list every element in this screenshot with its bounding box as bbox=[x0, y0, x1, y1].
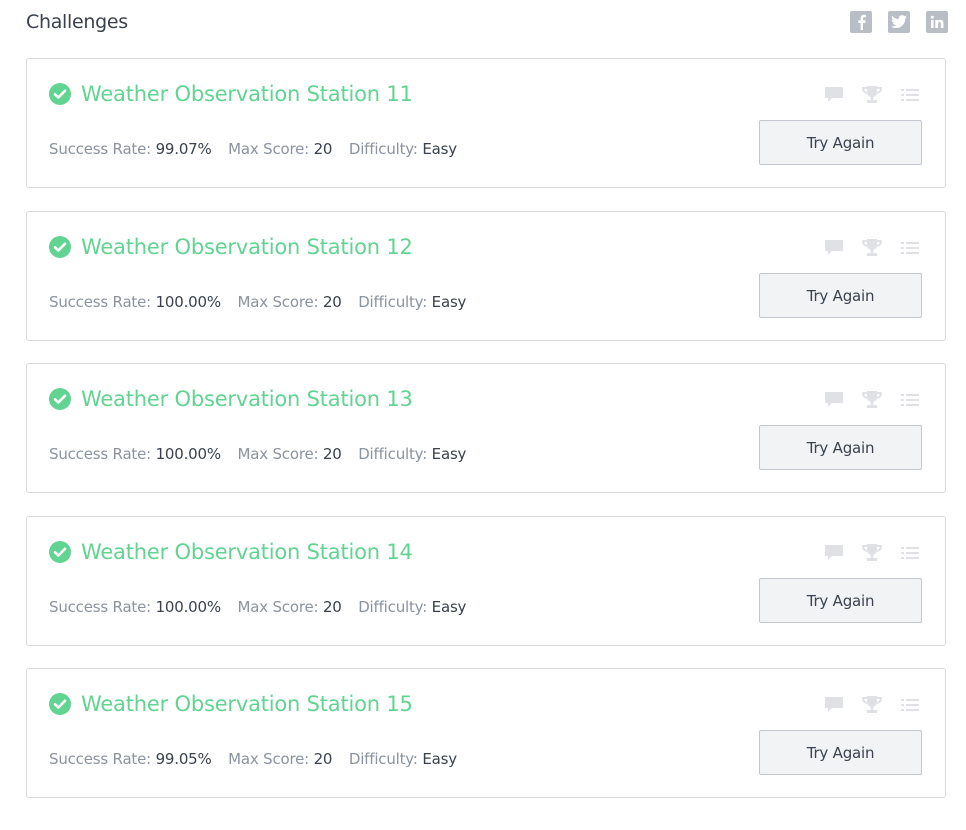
challenge-actions bbox=[823, 237, 921, 259]
challenge-meta: Success Rate: 99.07% Max Score: 20 Diffi… bbox=[49, 140, 457, 158]
discussion-icon[interactable] bbox=[823, 389, 845, 411]
challenge-card: Weather Observation Station 12 Success R… bbox=[26, 211, 946, 341]
max-score-label: Max Score: bbox=[237, 293, 319, 311]
try-again-button[interactable]: Try Again bbox=[759, 120, 922, 165]
discussion-icon[interactable] bbox=[823, 237, 845, 259]
difficulty-label: Difficulty: bbox=[348, 140, 418, 158]
twitter-icon[interactable] bbox=[888, 11, 910, 33]
editorial-list-icon[interactable] bbox=[899, 84, 921, 106]
max-score-label: Max Score: bbox=[237, 445, 319, 463]
challenge-card: Weather Observation Station 14 Success R… bbox=[26, 516, 946, 646]
solved-check-icon bbox=[49, 541, 71, 563]
challenge-title-link[interactable]: Weather Observation Station 11 bbox=[81, 82, 413, 106]
challenge-actions bbox=[823, 84, 921, 106]
try-again-button[interactable]: Try Again bbox=[759, 730, 922, 775]
try-again-button[interactable]: Try Again bbox=[759, 425, 922, 470]
difficulty-label: Difficulty: bbox=[348, 750, 418, 768]
max-score-label: Max Score: bbox=[228, 140, 310, 158]
max-score-value: 20 bbox=[322, 445, 342, 463]
difficulty-value: Easy bbox=[431, 445, 467, 463]
challenge-title-row: Weather Observation Station 12 bbox=[49, 235, 413, 259]
success-rate-value: 100.00% bbox=[155, 445, 222, 463]
leaderboard-trophy-icon[interactable] bbox=[861, 237, 883, 259]
discussion-icon[interactable] bbox=[823, 542, 845, 564]
challenge-title-link[interactable]: Weather Observation Station 13 bbox=[81, 387, 413, 411]
challenge-meta: Success Rate: 99.05% Max Score: 20 Diffi… bbox=[49, 750, 457, 768]
challenge-card: Weather Observation Station 15 Success R… bbox=[26, 668, 946, 798]
difficulty-label: Difficulty: bbox=[358, 445, 428, 463]
editorial-list-icon[interactable] bbox=[899, 694, 921, 716]
challenge-title-row: Weather Observation Station 15 bbox=[49, 692, 413, 716]
max-score-value: 20 bbox=[313, 140, 333, 158]
max-score-label: Max Score: bbox=[228, 750, 310, 768]
challenge-meta: Success Rate: 100.00% Max Score: 20 Diff… bbox=[49, 445, 466, 463]
discussion-icon[interactable] bbox=[823, 694, 845, 716]
max-score-value: 20 bbox=[322, 293, 342, 311]
difficulty-label: Difficulty: bbox=[358, 293, 428, 311]
editorial-list-icon[interactable] bbox=[899, 237, 921, 259]
success-rate-label: Success Rate: bbox=[49, 140, 151, 158]
success-rate-label: Success Rate: bbox=[49, 750, 151, 768]
success-rate-value: 100.00% bbox=[155, 598, 222, 616]
success-rate-value: 99.05% bbox=[155, 750, 212, 768]
page-header: Challenges bbox=[26, 8, 948, 38]
difficulty-label: Difficulty: bbox=[358, 598, 428, 616]
editorial-list-icon[interactable] bbox=[899, 542, 921, 564]
discussion-icon[interactable] bbox=[823, 84, 845, 106]
challenge-actions bbox=[823, 542, 921, 564]
challenge-title-row: Weather Observation Station 13 bbox=[49, 387, 413, 411]
leaderboard-trophy-icon[interactable] bbox=[861, 389, 883, 411]
challenge-title-link[interactable]: Weather Observation Station 15 bbox=[81, 692, 413, 716]
max-score-label: Max Score: bbox=[237, 598, 319, 616]
success-rate-value: 99.07% bbox=[155, 140, 212, 158]
max-score-value: 20 bbox=[322, 598, 342, 616]
solved-check-icon bbox=[49, 236, 71, 258]
challenge-title-row: Weather Observation Station 11 bbox=[49, 82, 413, 106]
success-rate-value: 100.00% bbox=[155, 293, 222, 311]
max-score-value: 20 bbox=[313, 750, 333, 768]
challenge-meta: Success Rate: 100.00% Max Score: 20 Diff… bbox=[49, 293, 466, 311]
success-rate-label: Success Rate: bbox=[49, 293, 151, 311]
challenge-actions bbox=[823, 694, 921, 716]
challenge-actions bbox=[823, 389, 921, 411]
facebook-icon[interactable] bbox=[850, 11, 872, 33]
leaderboard-trophy-icon[interactable] bbox=[861, 84, 883, 106]
leaderboard-trophy-icon[interactable] bbox=[861, 542, 883, 564]
difficulty-value: Easy bbox=[422, 750, 457, 768]
success-rate-label: Success Rate: bbox=[49, 445, 151, 463]
challenge-card: Weather Observation Station 13 Success R… bbox=[26, 363, 946, 493]
leaderboard-trophy-icon[interactable] bbox=[861, 694, 883, 716]
social-share-bar bbox=[850, 11, 948, 33]
try-again-button[interactable]: Try Again bbox=[759, 273, 922, 318]
solved-check-icon bbox=[49, 83, 71, 105]
solved-check-icon bbox=[49, 693, 71, 715]
difficulty-value: Easy bbox=[431, 293, 467, 311]
editorial-list-icon[interactable] bbox=[899, 389, 921, 411]
page-title: Challenges bbox=[26, 11, 128, 33]
success-rate-label: Success Rate: bbox=[49, 598, 151, 616]
challenge-card: Weather Observation Station 11 Success R… bbox=[26, 58, 946, 188]
challenge-title-row: Weather Observation Station 14 bbox=[49, 540, 413, 564]
difficulty-value: Easy bbox=[422, 140, 457, 158]
try-again-button[interactable]: Try Again bbox=[759, 578, 922, 623]
challenge-meta: Success Rate: 100.00% Max Score: 20 Diff… bbox=[49, 598, 466, 616]
solved-check-icon bbox=[49, 388, 71, 410]
challenge-title-link[interactable]: Weather Observation Station 12 bbox=[81, 235, 413, 259]
challenge-title-link[interactable]: Weather Observation Station 14 bbox=[81, 540, 413, 564]
linkedin-icon[interactable] bbox=[926, 11, 948, 33]
difficulty-value: Easy bbox=[431, 598, 467, 616]
